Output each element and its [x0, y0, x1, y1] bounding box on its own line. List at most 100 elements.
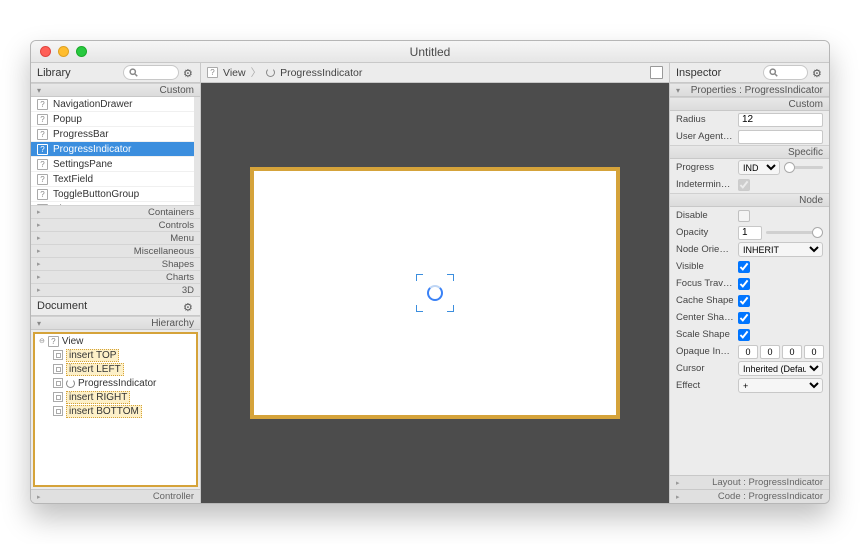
progress-slider[interactable]	[784, 166, 824, 169]
gear-icon[interactable]: ⚙	[812, 67, 823, 78]
library-section[interactable]: ▸Containers	[31, 205, 200, 218]
scale-checkbox[interactable]	[738, 329, 750, 341]
library-section[interactable]: ▸Miscellaneous	[31, 244, 200, 257]
question-icon: ?	[37, 129, 48, 140]
library-item[interactable]: ?SettingsPane	[31, 157, 194, 172]
effect-select[interactable]: +	[738, 378, 823, 393]
chevron-right-icon: ▸	[676, 479, 680, 487]
prop-disable: Disable	[670, 207, 829, 224]
visible-checkbox[interactable]	[738, 261, 750, 273]
question-icon: ?	[37, 189, 48, 200]
prop-radius: Radius	[670, 111, 829, 128]
tree-item-selected[interactable]: ProgressIndicator	[35, 376, 196, 390]
canvas[interactable]	[201, 83, 669, 503]
selection-handle-icon[interactable]	[416, 305, 423, 312]
search-icon	[129, 68, 138, 77]
inspector-header: Inspector ⚙	[670, 63, 829, 83]
progress-indicator-icon	[427, 285, 443, 301]
breadcrumb-root[interactable]: View	[223, 67, 246, 79]
cache-checkbox[interactable]	[738, 295, 750, 307]
titlebar[interactable]: Untitled	[31, 41, 829, 63]
selection-handle-icon[interactable]	[447, 305, 454, 312]
uas-input[interactable]	[738, 130, 823, 144]
inspector-panel: Inspector ⚙ ▾ Properties : ProgressIndic…	[669, 63, 829, 503]
chevron-right-icon: ▸	[37, 493, 41, 501]
focus-checkbox[interactable]	[738, 278, 750, 290]
code-section[interactable]: ▸Code : ProgressIndicator	[670, 489, 829, 503]
orientation-select[interactable]: INHERIT	[738, 242, 823, 257]
tree-root[interactable]: ⊖ ? View	[35, 334, 196, 348]
question-icon: ?	[48, 336, 59, 347]
inset-bottom[interactable]	[782, 345, 802, 359]
radius-input[interactable]	[738, 113, 823, 127]
breadcrumb-item[interactable]: ProgressIndicator	[280, 67, 362, 79]
tree-slot[interactable]: insert LEFT	[35, 362, 196, 376]
selected-node[interactable]	[418, 276, 452, 310]
opacity-input[interactable]	[738, 226, 762, 240]
library-section-custom[interactable]: ▾ Custom	[31, 83, 200, 97]
library-section[interactable]: ▸Charts	[31, 270, 200, 283]
opacity-slider[interactable]	[766, 231, 823, 234]
library-item[interactable]: ?ProgressBar	[31, 127, 194, 142]
app-body: Library ⚙ ▾ Custom ?NavigationDrawer ?Po…	[31, 63, 829, 503]
document-icon[interactable]	[650, 66, 663, 79]
tree-slot[interactable]: insert RIGHT	[35, 390, 196, 404]
chevron-right-icon: ▸	[37, 208, 41, 216]
center-checkbox[interactable]	[738, 312, 750, 324]
progress-icon	[266, 68, 275, 77]
question-icon: ?	[37, 159, 48, 170]
inset-right[interactable]	[760, 345, 780, 359]
canvas-panel: ? View 〉 ProgressIndicator	[201, 63, 669, 503]
library-item[interactable]: ?NavigationDrawer	[31, 97, 194, 112]
app-window: Untitled Library ⚙ ▾ Custom ?NavigationD…	[30, 40, 830, 504]
prop-indeterminate: Indeterminate	[670, 176, 829, 193]
inset-left[interactable]	[804, 345, 824, 359]
question-icon: ?	[37, 174, 48, 185]
library-item[interactable]: ?TextField	[31, 172, 194, 187]
library-item[interactable]: ?ToggleButtonGroup	[31, 187, 194, 202]
chevron-right-icon: ▸	[37, 221, 41, 229]
library-item[interactable]: ?Popup	[31, 112, 194, 127]
gear-icon[interactable]: ⚙	[183, 67, 194, 78]
group-specific: Specific	[670, 145, 829, 159]
chevron-right-icon: ▸	[37, 247, 41, 255]
inset-top[interactable]	[738, 345, 758, 359]
library-accordion: ▸Containers ▸Controls ▸Menu ▸Miscellaneo…	[31, 205, 200, 296]
controller-section[interactable]: ▸Controller	[31, 489, 200, 503]
chevron-down-icon: ▾	[37, 319, 41, 328]
progress-mode-select[interactable]: IND	[738, 160, 780, 175]
disclosure-open-icon[interactable]: ⊖	[39, 337, 45, 345]
group-custom: Custom	[670, 97, 829, 111]
library-search[interactable]	[123, 65, 179, 80]
library-section[interactable]: ▸Menu	[31, 231, 200, 244]
inspector-body: Custom Radius User Agent S... Specific P…	[670, 97, 829, 475]
question-icon: ?	[37, 114, 48, 125]
document-header: Document ⚙	[31, 296, 200, 316]
library-section[interactable]: ▸3D	[31, 283, 200, 296]
slot-icon	[53, 378, 63, 388]
properties-section[interactable]: ▾ Properties : ProgressIndicator	[670, 83, 829, 97]
slot-icon	[53, 392, 63, 402]
selection-handle-icon[interactable]	[447, 274, 454, 281]
tree-slot[interactable]: insert BOTTOM	[35, 404, 196, 418]
library-list: ?NavigationDrawer ?Popup ?ProgressBar ?P…	[31, 97, 200, 205]
question-icon: ?	[37, 144, 48, 155]
chevron-down-icon: ▾	[37, 86, 41, 95]
chevron-right-icon: ▸	[676, 493, 680, 501]
inspector-search[interactable]	[763, 65, 808, 80]
library-section[interactable]: ▸Shapes	[31, 257, 200, 270]
library-section[interactable]: ▸Controls	[31, 218, 200, 231]
gear-icon[interactable]: ⚙	[183, 301, 194, 312]
prop-cache-shape: Cache Shape	[670, 292, 829, 309]
selection-handle-icon[interactable]	[416, 274, 423, 281]
tree-slot[interactable]: insert TOP	[35, 348, 196, 362]
layout-section[interactable]: ▸Layout : ProgressIndicator	[670, 475, 829, 489]
insets-group	[738, 345, 824, 359]
cursor-select[interactable]: Inherited (Default)	[738, 361, 823, 376]
artboard[interactable]	[250, 167, 620, 419]
disable-checkbox[interactable]	[738, 210, 750, 222]
chevron-down-icon: ▾	[676, 86, 680, 95]
library-item-selected[interactable]: ?ProgressIndicator	[31, 142, 194, 157]
chevron-right-icon: ▸	[37, 273, 41, 281]
hierarchy-section[interactable]: ▾ Hierarchy	[31, 316, 200, 330]
